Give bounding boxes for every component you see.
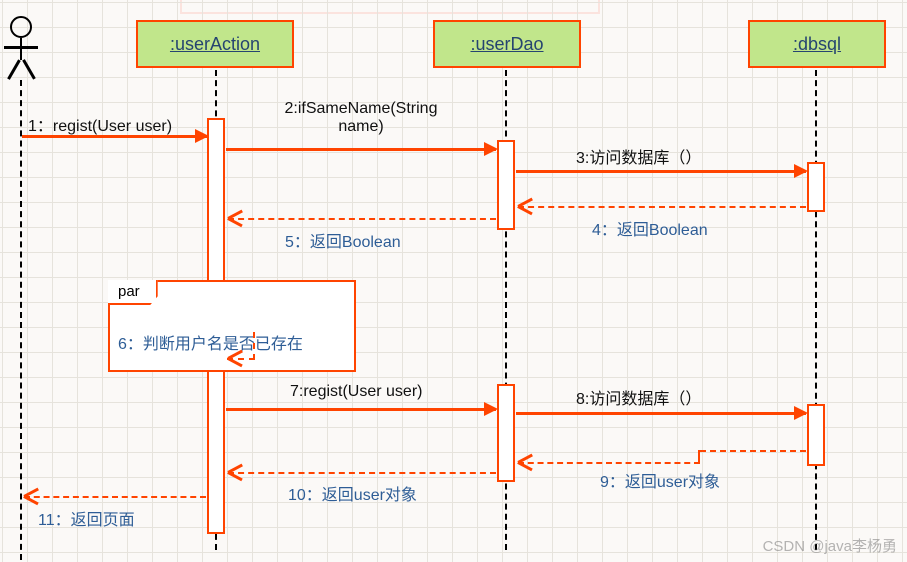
activation-dbsql-2	[807, 404, 825, 466]
activation-dbsql-1	[807, 162, 825, 212]
message-9-arrow-b	[518, 462, 700, 464]
self-arrow-top	[227, 332, 255, 335]
participant-dbsql: :dbsql	[748, 20, 886, 68]
arrowhead-icon	[484, 142, 498, 156]
participant-label: :userDao	[470, 34, 543, 55]
activation-userdao-1	[497, 140, 515, 230]
message-4-label: 4：返回Boolean	[592, 216, 708, 240]
message-4-arrow	[518, 206, 806, 208]
message-10-label: 10：返回user对象	[288, 481, 417, 505]
lifeline-dbsql	[815, 70, 817, 550]
message-2-label: 2:ifSameName(String name)	[266, 100, 456, 136]
message-1-label: 1：regist(User user)	[28, 112, 172, 136]
message-8-arrow	[516, 412, 806, 415]
message-7-label: 7:regist(User user)	[290, 383, 422, 401]
participant-userdao: :userDao	[433, 20, 581, 68]
message-9-label: 9：返回user对象	[600, 468, 720, 492]
arrowhead-icon	[794, 406, 808, 420]
watermark-text: CSDN @java李杨勇	[763, 535, 897, 556]
arrowhead-icon	[195, 129, 209, 143]
message-2-arrow	[226, 148, 496, 151]
participant-label: :dbsql	[793, 34, 841, 55]
participant-useraction: :userAction	[136, 20, 294, 68]
message-3-label: 3:访问数据库（）	[576, 144, 701, 168]
message-5-arrow	[228, 218, 496, 220]
message-5-label: 5：返回Boolean	[285, 228, 401, 252]
message-8-label: 8:访问数据库（）	[576, 385, 701, 409]
message-1-arrow	[22, 135, 207, 138]
actor-stick-figure-icon	[4, 16, 38, 78]
message-6-label: 6：判断用户名是否已存在	[118, 330, 303, 354]
lifeline-actor	[20, 80, 22, 560]
message-11-label: 11：返回页面	[38, 506, 135, 530]
arrowhead-icon	[484, 402, 498, 416]
message-9-jog	[698, 450, 700, 462]
message-9-arrow-a	[700, 450, 806, 452]
activation-userdao-2	[497, 384, 515, 482]
message-7-arrow	[226, 408, 496, 411]
message-11-arrow	[24, 496, 206, 498]
participant-label: :userAction	[170, 34, 260, 55]
arrowhead-icon	[794, 164, 808, 178]
self-arrow-vert	[253, 332, 255, 360]
message-10-arrow	[228, 472, 496, 474]
message-3-arrow	[516, 170, 806, 173]
fragment-operator-label: par	[108, 280, 158, 305]
